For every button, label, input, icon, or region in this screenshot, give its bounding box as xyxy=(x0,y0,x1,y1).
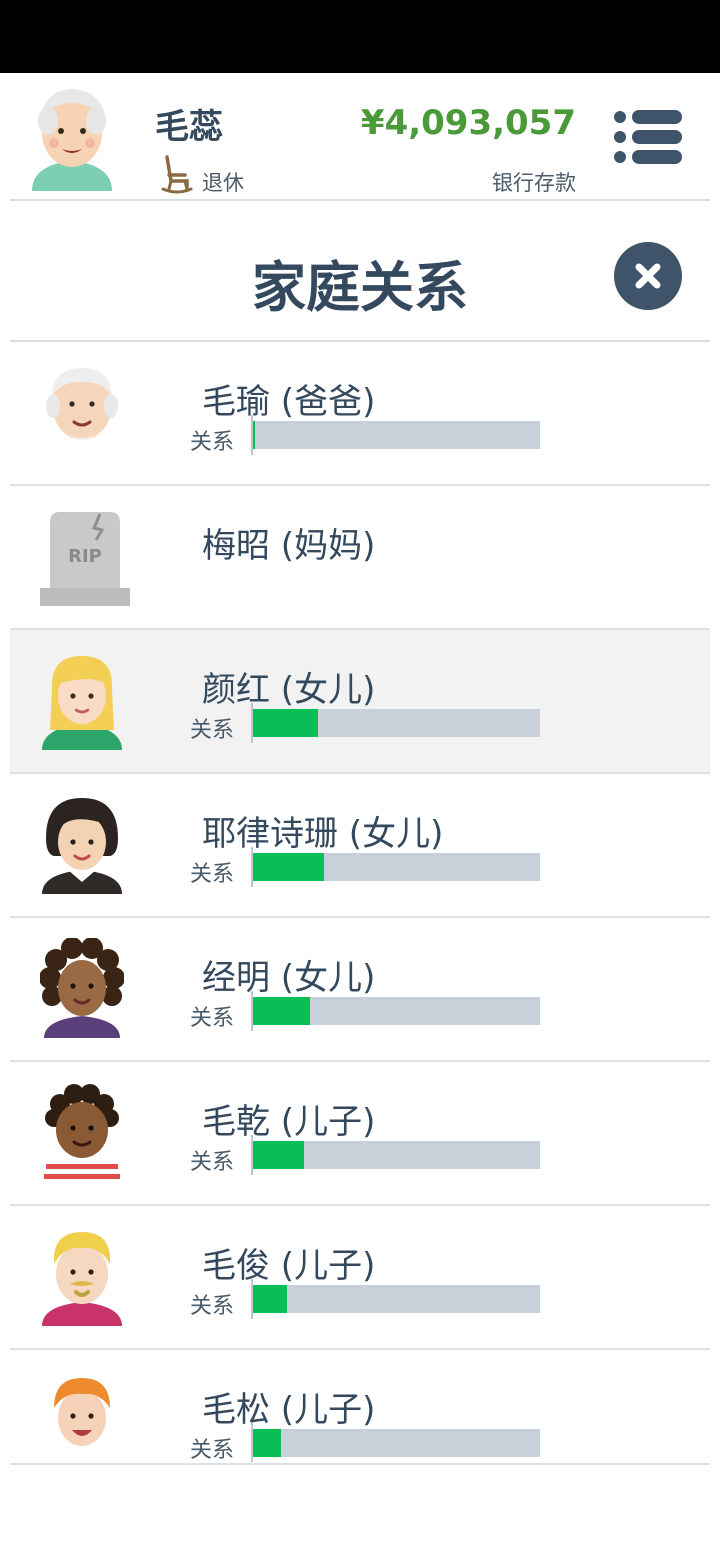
curly-hair-woman-avatar xyxy=(39,937,125,1038)
rip-gravestone-icon: RIP xyxy=(38,506,130,606)
relationship-label: 关系 xyxy=(190,430,235,455)
relationship-bar-fill xyxy=(252,709,319,737)
relationship-bar-fill xyxy=(252,997,310,1025)
relationship-bar-fill xyxy=(252,1429,281,1457)
relationship-bar xyxy=(252,997,540,1025)
relationship-bar xyxy=(252,1141,540,1169)
relationship-bar-marker xyxy=(251,991,253,1031)
player-name: 毛蕊 xyxy=(155,107,223,147)
relationship-label: 关系 xyxy=(190,1294,235,1319)
relationship-bar-marker xyxy=(251,415,253,455)
relationship-bar-marker xyxy=(251,1423,253,1462)
close-icon xyxy=(635,263,661,289)
svg-text:RIP: RIP xyxy=(68,546,102,567)
player-header: 毛蕊 退休 ¥4,093,057 银行存款 xyxy=(0,73,720,201)
family-row-son[interactable]: 毛俊 (儿子) 关系 xyxy=(10,1206,710,1350)
family-member-name: 经明 (女儿) xyxy=(202,958,376,998)
relationship-bar-marker xyxy=(251,1279,253,1319)
relationship-bar xyxy=(252,1285,540,1313)
family-member-name: 梅昭 (妈妈) xyxy=(202,526,376,566)
family-row-son[interactable]: 毛乾 (儿子) 关系 xyxy=(10,1062,710,1206)
blonde-man-avatar xyxy=(40,1226,124,1326)
menu-list-icon[interactable] xyxy=(610,107,686,167)
blonde-girl-avatar xyxy=(40,650,124,750)
family-row-father[interactable]: 毛瑜 (爸爸) 关系 xyxy=(10,342,710,486)
relationship-bar-fill xyxy=(252,1141,304,1169)
relationship-label: 关系 xyxy=(190,718,235,743)
relationship-bar xyxy=(252,709,540,737)
old-man-avatar xyxy=(40,362,124,462)
family-row-daughter[interactable]: 颜红 (女儿) 关系 xyxy=(10,630,710,774)
relationship-bar-fill xyxy=(252,1285,287,1313)
close-button[interactable] xyxy=(614,242,682,310)
family-member-name: 毛乾 (儿子) xyxy=(202,1102,376,1142)
relationship-bar xyxy=(252,853,540,881)
relationship-bar-fill xyxy=(252,853,324,881)
family-member-name: 毛俊 (儿子) xyxy=(202,1246,376,1286)
relationship-label: 关系 xyxy=(190,1006,235,1031)
family-member-name: 毛瑜 (爸爸) xyxy=(202,382,376,422)
dark-hair-woman-avatar xyxy=(40,794,124,894)
life-status: 退休 xyxy=(202,171,244,195)
family-row-daughter[interactable]: 经明 (女儿) 关系 xyxy=(10,918,710,1062)
title-bar: 家庭关系 xyxy=(0,201,720,341)
player-avatar[interactable] xyxy=(28,83,116,191)
family-row-son[interactable]: 毛松 (儿子) 关系 xyxy=(10,1350,710,1462)
relationship-bar-marker xyxy=(251,1135,253,1175)
relationship-bar-marker xyxy=(251,703,253,743)
curly-hair-boy-avatar xyxy=(40,1082,124,1182)
status-bar xyxy=(0,0,720,73)
family-row-daughter[interactable]: 耶律诗珊 (女儿) 关系 xyxy=(10,774,710,918)
relationship-label: 关系 xyxy=(190,862,235,887)
relationship-bar xyxy=(252,421,540,449)
bank-balance: ¥4,093,057 xyxy=(360,103,576,143)
relationship-bar-marker xyxy=(251,847,253,887)
relationship-bar xyxy=(252,1429,540,1457)
family-member-name: 耶律诗珊 (女儿) xyxy=(202,814,444,854)
relationship-label: 关系 xyxy=(190,1438,235,1462)
relationship-label: 关系 xyxy=(190,1150,235,1175)
redhead-boy-avatar xyxy=(40,1370,124,1462)
page-title: 家庭关系 xyxy=(252,256,468,319)
family-row-mother[interactable]: RIP 梅昭 (妈妈) xyxy=(10,486,710,630)
list-bottom-divider xyxy=(10,1463,710,1465)
family-member-name: 颜红 (女儿) xyxy=(202,670,376,710)
rocking-chair-icon xyxy=(161,155,193,195)
bank-balance-label: 银行存款 xyxy=(492,171,576,195)
family-member-name: 毛松 (儿子) xyxy=(202,1390,376,1430)
